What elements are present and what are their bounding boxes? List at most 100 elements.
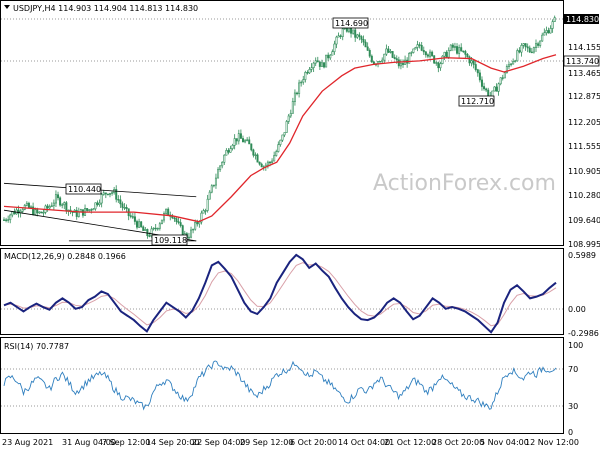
candle-body bbox=[503, 72, 506, 79]
candle-body bbox=[129, 215, 132, 217]
candle-body bbox=[7, 219, 10, 221]
candle-body bbox=[534, 43, 537, 48]
candle-body bbox=[397, 59, 400, 67]
candle-body bbox=[57, 194, 60, 199]
candle-body bbox=[526, 46, 529, 49]
candle-body bbox=[123, 207, 126, 209]
candle-body bbox=[551, 21, 554, 29]
candle-body bbox=[331, 51, 334, 56]
candle-body bbox=[152, 227, 155, 230]
candle-body bbox=[208, 191, 211, 200]
candle-body bbox=[478, 72, 481, 81]
candle-body bbox=[456, 46, 459, 54]
candle-body bbox=[318, 61, 321, 67]
candle-body bbox=[491, 90, 494, 97]
candle-body bbox=[441, 55, 444, 64]
candle-body bbox=[537, 43, 540, 46]
candle-body bbox=[543, 32, 546, 36]
candle-body bbox=[5, 219, 8, 221]
candle-body bbox=[518, 50, 521, 53]
candle-body bbox=[144, 229, 147, 231]
candle-body bbox=[443, 51, 446, 57]
candle-body bbox=[289, 112, 292, 117]
candle-body bbox=[173, 217, 176, 219]
candle-body bbox=[325, 54, 328, 68]
main-title-group: USDJPY,H4 114.903 114.904 114.813 114.83… bbox=[4, 4, 198, 13]
candle-body bbox=[483, 86, 486, 90]
candle-body bbox=[94, 202, 97, 210]
ma-price-tag: 113.740 bbox=[563, 55, 600, 67]
candle-body bbox=[501, 77, 504, 79]
candle-body bbox=[356, 34, 359, 38]
candle-body bbox=[522, 43, 525, 46]
candle-body bbox=[379, 61, 382, 63]
candle-body bbox=[422, 50, 425, 53]
rsi-label-0: 0 bbox=[568, 428, 573, 437]
candle-body bbox=[181, 225, 184, 237]
candle-body bbox=[271, 160, 274, 163]
macd-label-zero: 0.00 bbox=[568, 305, 586, 314]
candle-body bbox=[252, 149, 255, 156]
candle-body bbox=[323, 62, 326, 68]
candle-body bbox=[268, 161, 271, 164]
candle-body bbox=[431, 51, 434, 57]
candle-body bbox=[470, 60, 473, 64]
candle-body bbox=[528, 47, 531, 53]
candle-body bbox=[314, 60, 317, 64]
candle-body bbox=[435, 62, 438, 64]
candle-body bbox=[131, 216, 134, 218]
candle-body bbox=[102, 192, 105, 195]
candle-body bbox=[383, 53, 386, 61]
candle-body bbox=[171, 216, 174, 219]
candle-body bbox=[21, 209, 24, 212]
candle-body bbox=[335, 36, 338, 45]
candle-body bbox=[437, 62, 440, 69]
candle-body bbox=[352, 29, 355, 34]
candle-body bbox=[90, 209, 93, 211]
candle-body bbox=[146, 229, 149, 237]
candle-body bbox=[248, 139, 251, 145]
candle-body bbox=[260, 163, 263, 168]
candle-body bbox=[364, 41, 367, 48]
svg-text:109.118: 109.118 bbox=[154, 236, 187, 245]
candle-body bbox=[244, 140, 247, 143]
candle-body bbox=[447, 50, 450, 58]
candle-body bbox=[179, 222, 182, 226]
candle-body bbox=[121, 203, 124, 208]
candle-body bbox=[119, 199, 122, 205]
candle-body bbox=[293, 92, 296, 102]
candle-body bbox=[302, 79, 305, 83]
candle-body bbox=[532, 47, 535, 53]
time-label: 12 Nov 12:00 bbox=[525, 438, 579, 447]
svg-text:112.710: 112.710 bbox=[461, 97, 494, 106]
candle-body bbox=[2, 219, 5, 221]
candle-body bbox=[410, 52, 413, 54]
candle-body bbox=[192, 228, 195, 231]
time-label: 5 Nov 04:00 bbox=[480, 438, 529, 447]
candle-body bbox=[277, 144, 280, 152]
candle-body bbox=[65, 202, 68, 212]
candle-body bbox=[190, 229, 193, 238]
svg-text:114.830: 114.830 bbox=[566, 15, 599, 24]
candle-body bbox=[381, 59, 384, 62]
candle-body bbox=[279, 139, 282, 145]
annotation-114690: 114.690 bbox=[332, 17, 369, 29]
candle-body bbox=[300, 81, 303, 84]
candle-body bbox=[106, 193, 109, 196]
watermark: ActionForex.com bbox=[373, 171, 556, 196]
candle-body bbox=[308, 69, 311, 74]
candle-body bbox=[524, 43, 527, 48]
candle-body bbox=[92, 208, 95, 211]
candle-body bbox=[385, 48, 388, 55]
candle-body bbox=[507, 64, 510, 67]
candle-body bbox=[389, 51, 392, 53]
macd-panel-title: MACD(12,26,9) 0.2848 0.1966 bbox=[4, 252, 126, 261]
candle-body bbox=[530, 51, 533, 54]
candle-body bbox=[401, 63, 404, 65]
candle-body bbox=[258, 161, 261, 165]
price-label: 109.640 bbox=[568, 216, 600, 225]
time-label: 14 Oct 04:00 bbox=[338, 438, 390, 447]
candle-body bbox=[495, 86, 498, 92]
candle-body bbox=[138, 221, 141, 228]
price-label: 110.905 bbox=[568, 167, 600, 176]
